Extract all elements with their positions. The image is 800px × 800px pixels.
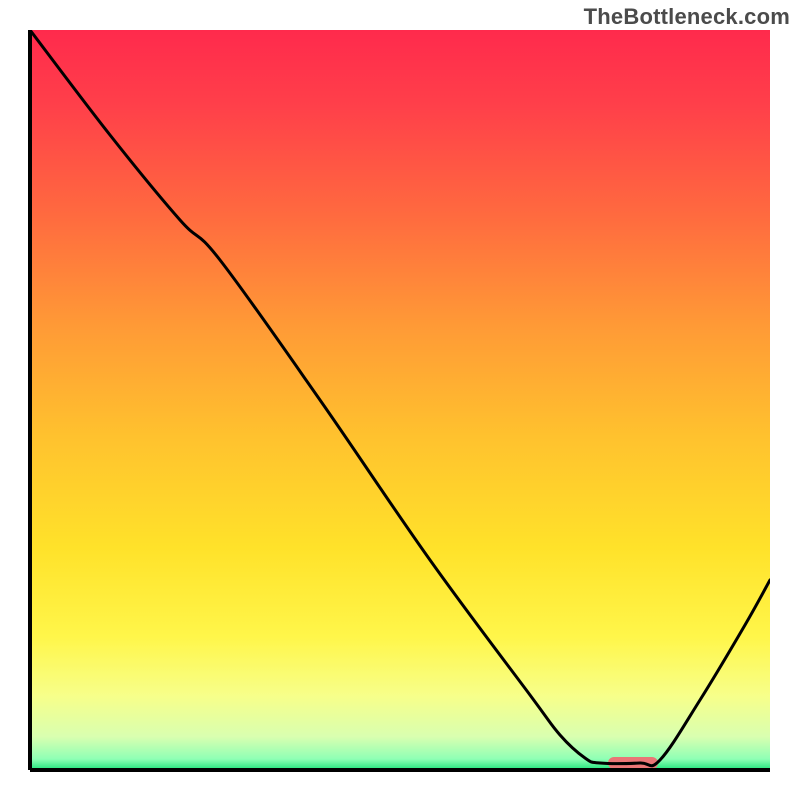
bottleneck-chart bbox=[0, 0, 800, 800]
gradient-background bbox=[30, 30, 770, 770]
chart-container: TheBottleneck.com bbox=[0, 0, 800, 800]
watermark-text: TheBottleneck.com bbox=[584, 4, 790, 30]
